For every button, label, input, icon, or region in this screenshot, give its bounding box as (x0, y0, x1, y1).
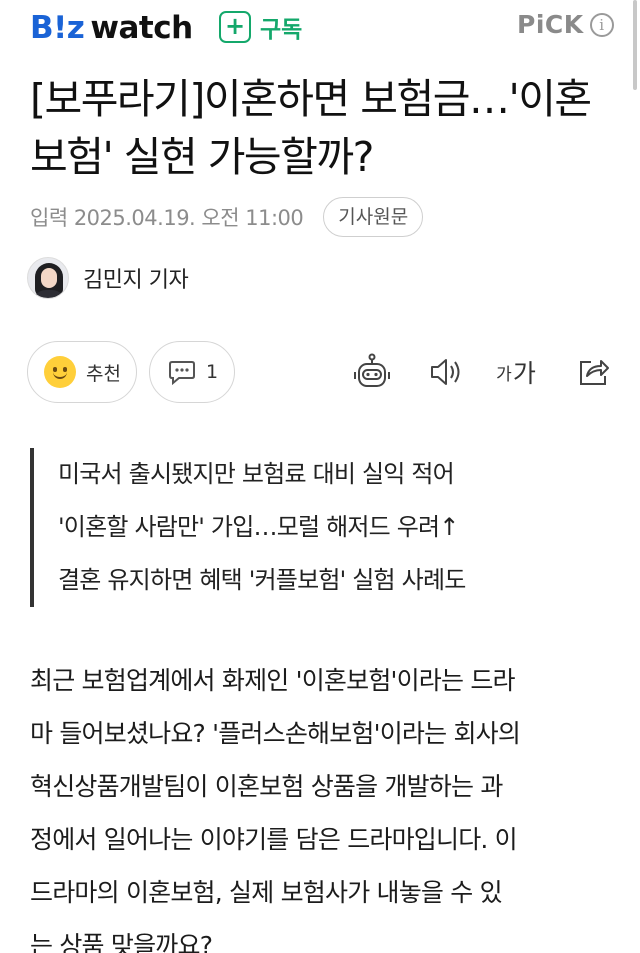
article-body: 최근 보험업계에서 화제인 '이혼보험'이라는 드라 마 들어보셨나요? '플러… (30, 654, 620, 953)
bizwatch-logo[interactable]: B!z watch (30, 8, 193, 48)
recommend-button[interactable]: 추천 (27, 341, 137, 403)
body-line: 마 들어보셨나요? '플러스손해보험'이라는 회사의 (30, 719, 521, 748)
plus-icon: + (219, 11, 251, 43)
body-line: 혁신상품개발팀이 이혼보험 상품을 개발하는 과 (30, 772, 503, 801)
body-line: 드라마의 이혼보험, 실제 보험사가 내놓을 수 있 (30, 878, 503, 907)
smiley-icon (44, 356, 76, 388)
reporter-info[interactable]: 김민지 기자 (27, 257, 189, 299)
summary-line: '이혼할 사람만' 가입…모럴 해저드 우려↑ (58, 513, 459, 541)
comment-icon (169, 361, 195, 385)
header: B!z watch + 구독 PiCK i (0, 0, 640, 60)
reporter-name[interactable]: 김민지 기자 (83, 262, 189, 294)
body-line: 최근 보험업계에서 화제인 '이혼보험'이라는 드라 (30, 666, 516, 695)
share-icon (580, 360, 609, 385)
pick-label: PiCK (517, 10, 584, 39)
article-meta: 입력 2025.04.19. 오전 11:00 기사원문 (30, 196, 424, 238)
body-line: 는 상품 맞을까요? (30, 931, 213, 953)
article-title: [보푸라기]이혼하면 보험금…'이혼보험' 실현 가능할까? (30, 75, 592, 181)
speaker-icon (431, 359, 460, 385)
action-bar: 추천 1 가가 (27, 341, 617, 403)
subscribe-label: 구독 (260, 17, 303, 43)
logo-watch: watch (90, 10, 193, 46)
avatar (27, 257, 69, 299)
ai-summary-button[interactable] (351, 351, 393, 393)
original-article-button[interactable]: 기사원문 (323, 197, 424, 237)
summary-line: 미국서 출시됐지만 보험료 대비 실익 적어 (58, 460, 455, 488)
recommend-label: 추천 (86, 362, 121, 385)
pick-button[interactable]: PiCK i (517, 10, 614, 39)
article-summary: 미국서 출시됐지만 보험료 대비 실익 적어 '이혼할 사람만' 가입…모럴 해… (30, 448, 610, 607)
summary-line: 결혼 유지하면 혜택 '커플보험' 실험 사례도 (58, 566, 466, 594)
comment-count: 1 (206, 361, 219, 383)
share-button[interactable] (573, 351, 615, 393)
font-large-label: 가 (512, 359, 536, 388)
info-icon[interactable]: i (589, 12, 614, 37)
font-small-label: 가 (496, 364, 512, 385)
scrollbar[interactable] (633, 0, 637, 90)
text-to-speech-button[interactable] (425, 351, 467, 393)
font-size-button[interactable]: 가가 (495, 351, 537, 393)
publish-date: 입력 2025.04.19. 오전 11:00 (30, 206, 304, 230)
body-line: 정에서 일어나는 이야기를 담은 드라마입니다. 이 (30, 825, 518, 854)
subscribe-button[interactable]: + 구독 (219, 10, 302, 44)
robot-icon (354, 353, 390, 387)
logo-biz: B!z (30, 10, 85, 46)
comment-button[interactable]: 1 (149, 341, 235, 403)
